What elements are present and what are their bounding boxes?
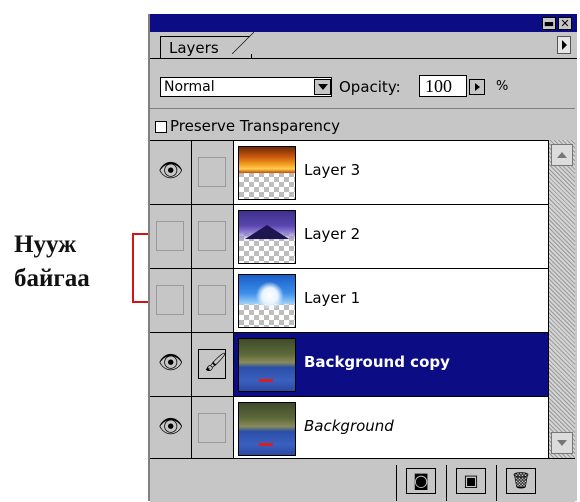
tab-bar: Layers <box>150 32 577 59</box>
close-icon[interactable]: ✕ <box>558 17 572 30</box>
hidden-eye-slot <box>156 285 184 315</box>
add-mask-button[interactable]: ◙ <box>406 468 436 494</box>
footer-divider <box>496 465 497 501</box>
opacity-input[interactable]: 100 <box>419 75 467 97</box>
sunset-icon <box>238 146 296 200</box>
opacity-slider-arrow-icon[interactable] <box>469 79 485 95</box>
layers-list: 👁 Layer 3 Layer 2 Layer 1 👁 🖌 Background… <box>150 140 548 461</box>
link-slot <box>198 285 226 315</box>
vertical-scrollbar[interactable] <box>548 140 575 458</box>
link-toggle[interactable] <box>192 205 234 268</box>
new-layer-button[interactable]: ▣ <box>456 468 486 494</box>
preserve-transparency-label: Preserve Transparency <box>170 117 340 135</box>
preserve-transparency-checkbox[interactable] <box>155 121 167 133</box>
layer-row-layer-1[interactable]: Layer 1 <box>150 269 548 333</box>
layer-content[interactable]: Layer 2 <box>234 205 548 268</box>
visibility-toggle[interactable]: 👁 <box>150 141 192 204</box>
opacity-label: Opacity: <box>339 78 401 96</box>
link-slot <box>198 413 226 443</box>
eye-icon: 👁 <box>158 158 184 182</box>
layer-name: Layer 2 <box>304 225 361 243</box>
sky-icon <box>238 274 296 328</box>
hidden-eye-slot <box>156 221 184 251</box>
layer-name: Background <box>304 417 394 435</box>
visibility-toggle[interactable] <box>150 269 192 332</box>
minimize-icon[interactable]: ▬ <box>542 17 556 30</box>
link-slot <box>198 221 226 251</box>
delete-layer-button[interactable]: 🗑 <box>506 468 536 494</box>
layer-row-background-copy[interactable]: 👁 🖌 Background copy <box>150 333 548 397</box>
link-toggle[interactable] <box>192 397 234 460</box>
layer-content[interactable]: Layer 1 <box>234 269 548 332</box>
new-layer-icon: ▣ <box>463 471 479 490</box>
layer-name: Layer 1 <box>304 289 361 307</box>
annotation-line-2: байгаа <box>14 265 90 292</box>
layer-name: Background copy <box>304 353 450 371</box>
landscape-icon <box>238 338 296 392</box>
scroll-up-icon[interactable] <box>551 144 573 166</box>
eye-icon: 👁 <box>158 414 184 438</box>
palette-titlebar[interactable]: ▬ ✕ <box>150 14 577 32</box>
layer-row-background[interactable]: 👁 Background <box>150 397 548 461</box>
landscape-icon <box>238 402 296 456</box>
mask-icon: ◙ <box>413 471 429 490</box>
percent-sign: % <box>496 79 509 94</box>
annotation-bracket-vertical <box>132 233 134 303</box>
layer-row-layer-2[interactable]: Layer 2 <box>150 205 548 269</box>
scroll-track[interactable] <box>549 140 575 458</box>
visibility-toggle[interactable]: 👁 <box>150 397 192 460</box>
link-slot <box>198 157 226 187</box>
mountain-shape <box>245 225 289 239</box>
footer-divider <box>446 465 447 501</box>
visibility-toggle[interactable] <box>150 205 192 268</box>
link-toggle[interactable] <box>192 269 234 332</box>
brush-icon: 🖌 <box>204 352 227 373</box>
mountain-icon <box>238 210 296 264</box>
red-canoe-shape <box>259 379 273 382</box>
link-toggle[interactable] <box>192 141 234 204</box>
link-toggle[interactable]: 🖌 <box>192 333 234 396</box>
trash-icon: 🗑 <box>510 471 532 490</box>
palette-footer: ◙ ▣ 🗑 <box>150 458 575 502</box>
chevron-down-icon[interactable] <box>314 79 331 95</box>
layer-content[interactable]: Background <box>234 397 548 460</box>
red-canoe-shape <box>259 443 273 446</box>
palette-menu-arrow-icon[interactable] <box>557 36 571 54</box>
footer-divider <box>396 465 397 501</box>
divider <box>150 108 575 109</box>
visibility-toggle[interactable]: 👁 <box>150 333 192 396</box>
layer-row-layer-3[interactable]: 👁 Layer 3 <box>150 141 548 205</box>
tab-edge <box>232 32 254 54</box>
tab-layers-label: Layers <box>169 39 219 57</box>
scroll-down-icon[interactable] <box>551 432 573 454</box>
layer-content[interactable]: Background copy <box>234 333 548 396</box>
layer-content[interactable]: Layer 3 <box>234 141 548 204</box>
eye-icon: 👁 <box>158 350 184 374</box>
blend-mode-select[interactable]: Normal <box>160 77 332 97</box>
layer-name: Layer 3 <box>304 161 361 179</box>
annotation-line-1: Нууж <box>14 231 77 258</box>
hidden-layers-annotation: Нууж байгаа <box>14 228 134 296</box>
